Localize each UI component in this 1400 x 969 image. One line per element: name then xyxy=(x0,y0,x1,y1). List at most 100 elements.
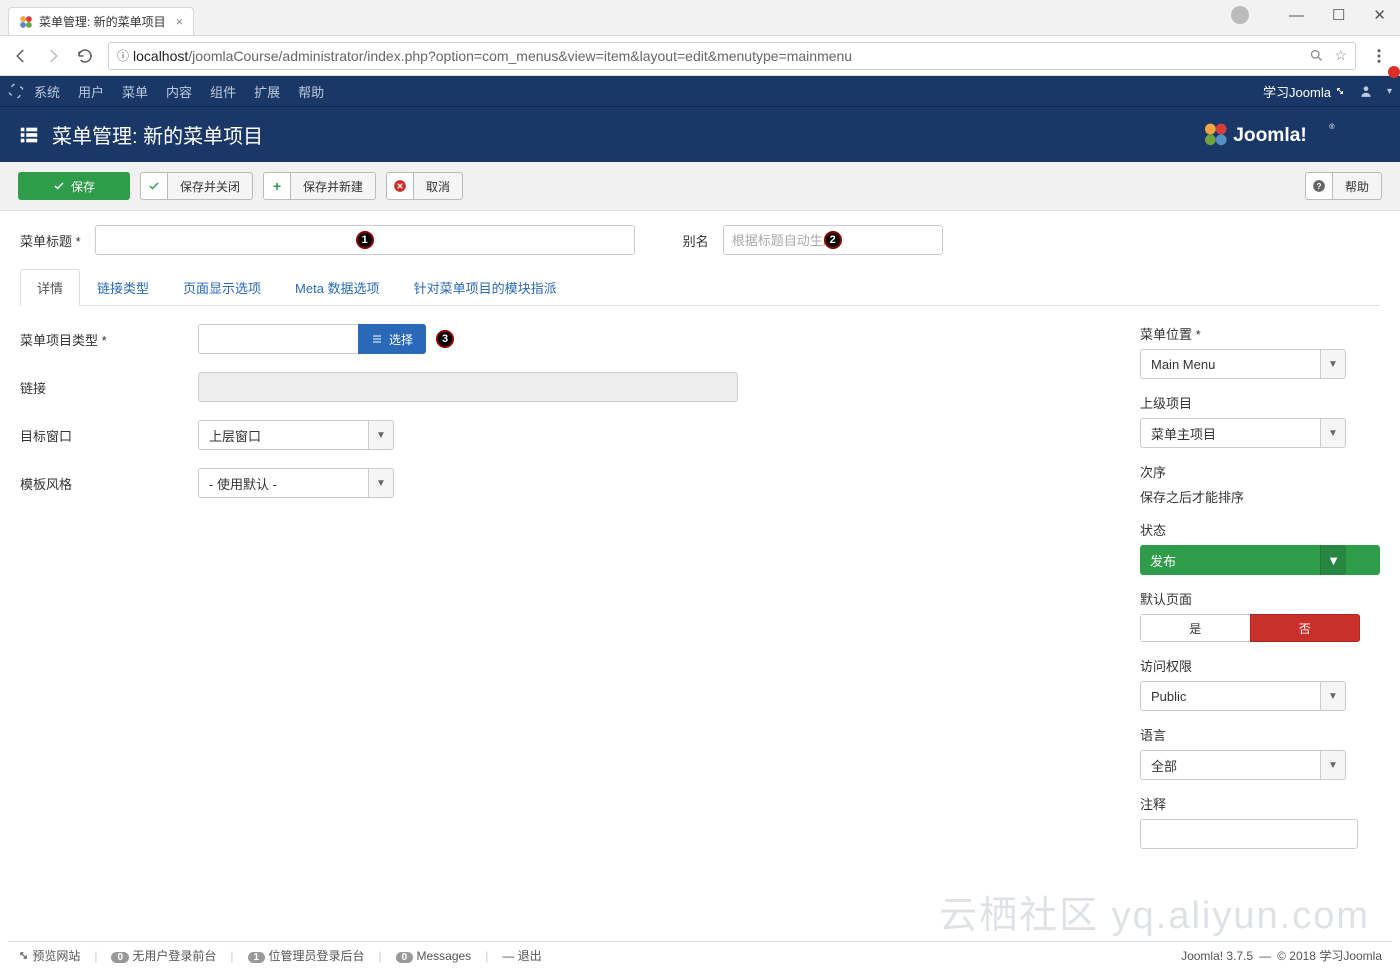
link-input xyxy=(198,372,738,402)
question-icon: ? xyxy=(1312,179,1326,193)
menu-content[interactable]: 内容 xyxy=(166,82,192,101)
warning-badge xyxy=(1388,66,1400,78)
star-icon[interactable]: ☆ xyxy=(1334,47,1347,64)
preview-link[interactable]: 预览网站 xyxy=(18,947,80,964)
alias-label: 别名 xyxy=(683,231,709,250)
zoom-icon[interactable] xyxy=(1309,48,1324,63)
tab-page-display[interactable]: 页面显示选项 xyxy=(166,269,278,306)
maximize-icon[interactable]: ☐ xyxy=(1332,6,1345,24)
note-label: 注释 xyxy=(1140,794,1380,813)
language-label: 语言 xyxy=(1140,725,1380,744)
target-label: 目标窗口 xyxy=(20,426,198,445)
status-label: 状态 xyxy=(1140,520,1380,539)
annotation-badge-3: 3 xyxy=(436,330,454,348)
messages-status[interactable]: 0 Messages xyxy=(396,949,472,963)
admin-menu: 系统 用户 菜单 内容 组件 扩展 帮助 xyxy=(34,82,324,101)
order-note: 保存之后才能排序 xyxy=(1140,487,1380,506)
admins-status[interactable]: 1 位管理员登录后台 xyxy=(248,947,365,964)
tab-details[interactable]: 详情 xyxy=(20,269,80,306)
chevron-down-icon[interactable]: ▼ xyxy=(1320,349,1346,379)
menu-menus[interactable]: 菜单 xyxy=(122,82,148,101)
menu-location-select[interactable]: Main Menu ▼ xyxy=(1140,349,1346,379)
visitors-status[interactable]: 0 无用户登录前台 xyxy=(111,947,216,964)
menu-users[interactable]: 用户 xyxy=(78,82,104,101)
note-input[interactable] xyxy=(1140,819,1358,849)
admin-top-bar: 系统 用户 菜单 内容 组件 扩展 帮助 学习Joomla ▾ xyxy=(0,76,1400,106)
chevron-down-icon[interactable]: ▼ xyxy=(1320,418,1346,448)
close-tab-icon[interactable]: × xyxy=(176,14,184,29)
address-bar: ⓘ localhost/joomlaCourse/administrator/i… xyxy=(0,36,1400,76)
default-yes[interactable]: 是 xyxy=(1140,614,1250,642)
svg-text:Joomla!: Joomla! xyxy=(1233,125,1307,146)
user-dropdown-icon[interactable]: ▾ xyxy=(1387,86,1392,97)
joomla-logo: Joomla! ® xyxy=(1202,117,1382,153)
form-left-column: 菜单项目类型 * 选择 3 链接 目标窗口 xyxy=(20,324,1100,863)
site-link[interactable]: 学习Joomla xyxy=(1263,82,1345,101)
minimize-icon[interactable]: — xyxy=(1289,7,1304,24)
menu-icon[interactable] xyxy=(1370,47,1388,65)
external-link-icon xyxy=(18,950,29,961)
check-icon xyxy=(53,180,65,192)
chevron-down-icon[interactable]: ▼ xyxy=(368,468,394,498)
browser-tab[interactable]: 菜单管理: 新的菜单项目 × xyxy=(8,7,194,35)
chevron-down-icon[interactable]: ▼ xyxy=(1320,681,1346,711)
parent-select[interactable]: 菜单主项目 ▼ xyxy=(1140,418,1346,448)
tab-meta[interactable]: Meta 数据选项 xyxy=(278,269,397,306)
chevron-down-icon[interactable]: ▼ xyxy=(1320,750,1346,780)
tab-module-assign[interactable]: 针对菜单项目的模块指派 xyxy=(397,269,574,306)
svg-text:?: ? xyxy=(1316,182,1321,191)
save-close-button[interactable]: 保存并关闭 xyxy=(140,172,253,200)
title-input[interactable] xyxy=(95,225,635,255)
language-select[interactable]: 全部 ▼ xyxy=(1140,750,1346,780)
avatar-icon[interactable] xyxy=(1231,6,1249,24)
list-icon xyxy=(18,124,40,146)
close-window-icon[interactable]: ✕ xyxy=(1373,6,1386,24)
chevron-down-icon[interactable]: ▼ xyxy=(368,420,394,450)
copyright: © 2018 学习Joomla xyxy=(1277,947,1382,964)
reload-icon[interactable] xyxy=(76,47,94,65)
url-input[interactable]: ⓘ localhost/joomlaCourse/administrator/i… xyxy=(108,42,1356,70)
title-label: 菜单标题 * xyxy=(20,231,81,250)
alias-input[interactable] xyxy=(723,225,943,255)
help-button[interactable]: ? 帮助 xyxy=(1305,172,1382,200)
browser-tab-bar: 菜单管理: 新的菜单项目 × xyxy=(0,0,1400,36)
style-select[interactable]: - 使用默认 - ▼ xyxy=(198,468,394,498)
tab-title: 菜单管理: 新的菜单项目 xyxy=(39,13,166,30)
status-bar: 预览网站 | 0 无用户登录前台 | 1 位管理员登录后台 | 0 Messag… xyxy=(8,941,1392,969)
site-info-icon[interactable]: ⓘ xyxy=(117,47,129,64)
window-controls: — ☐ ✕ xyxy=(1231,6,1386,24)
external-link-icon xyxy=(1335,86,1345,96)
url-text: localhost/joomlaCourse/administrator/ind… xyxy=(133,48,1309,64)
toolbar: 保存 保存并关闭 + 保存并新建 取消 ? 帮助 xyxy=(0,162,1400,211)
default-toggle[interactable]: 是 否 xyxy=(1140,614,1360,642)
joomla-version: Joomla! 3.7.5 xyxy=(1181,949,1253,963)
menu-extensions[interactable]: 扩展 xyxy=(254,82,280,101)
default-no[interactable]: 否 xyxy=(1250,614,1361,642)
menu-components[interactable]: 组件 xyxy=(210,82,236,101)
tab-link-type[interactable]: 链接类型 xyxy=(80,269,166,306)
list-icon xyxy=(371,333,383,345)
target-select[interactable]: 上层窗口 ▼ xyxy=(198,420,394,450)
form-right-column: 菜单位置 * Main Menu ▼ 上级项目 菜单主项目 ▼ 次序 保存之后才… xyxy=(1140,324,1380,863)
forward-icon[interactable] xyxy=(44,47,62,65)
menu-system[interactable]: 系统 xyxy=(34,82,60,101)
cancel-button[interactable]: 取消 xyxy=(386,172,463,200)
back-icon[interactable] xyxy=(12,47,30,65)
cancel-icon xyxy=(393,179,407,193)
save-button[interactable]: 保存 xyxy=(18,172,130,200)
type-input xyxy=(198,324,358,354)
style-label: 模板风格 xyxy=(20,474,198,493)
joomla-icon[interactable] xyxy=(8,83,24,99)
joomla-favicon xyxy=(19,15,33,29)
access-select[interactable]: Public ▼ xyxy=(1140,681,1346,711)
save-new-button[interactable]: + 保存并新建 xyxy=(263,172,376,200)
select-type-button[interactable]: 选择 xyxy=(358,324,426,354)
svg-text:®: ® xyxy=(1329,122,1335,131)
chevron-down-icon[interactable]: ▼ xyxy=(1320,545,1346,575)
user-icon[interactable] xyxy=(1359,84,1373,98)
watermark: 云栖社区 yq.aliyun.com xyxy=(939,884,1370,939)
logout-link[interactable]: — 退出 xyxy=(502,947,541,964)
status-select[interactable]: 发布 ▼ xyxy=(1140,545,1380,575)
menu-help[interactable]: 帮助 xyxy=(298,82,324,101)
default-label: 默认页面 xyxy=(1140,589,1380,608)
